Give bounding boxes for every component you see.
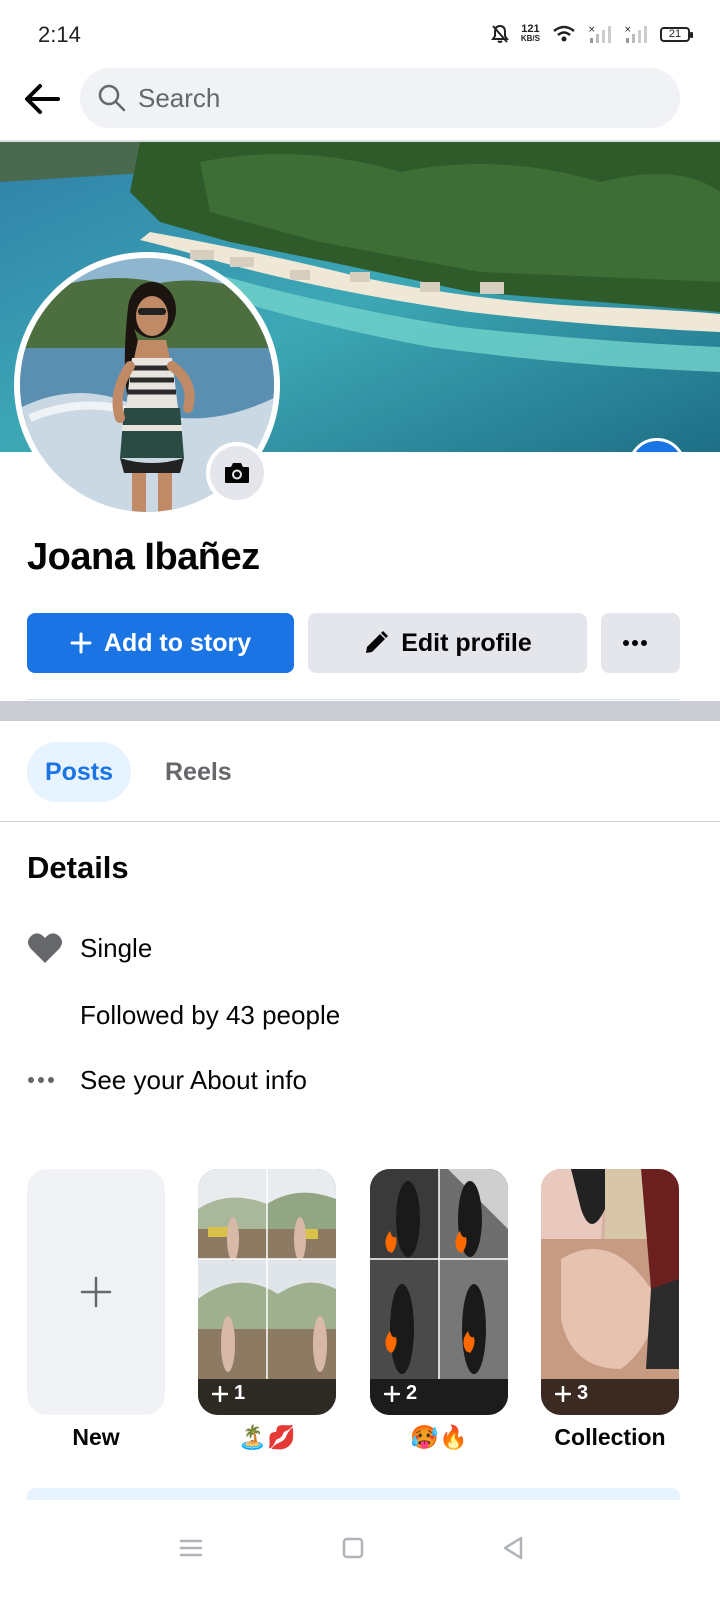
system-navigation-bar bbox=[0, 1500, 720, 1600]
status-time: 2:14 bbox=[38, 22, 81, 47]
battery-icon: 21 bbox=[660, 26, 693, 42]
pencil-icon bbox=[366, 631, 389, 653]
back-nav-button[interactable] bbox=[483, 1518, 543, 1578]
detail-followers[interactable]: Followed by 43 people bbox=[27, 995, 340, 1035]
highlight-count: 2 bbox=[384, 1382, 417, 1405]
svg-text:×: × bbox=[624, 25, 632, 35]
avatar-camera-button[interactable] bbox=[206, 442, 268, 504]
tab-posts[interactable]: Posts bbox=[27, 742, 131, 802]
search-bar[interactable] bbox=[80, 68, 680, 128]
highlight-thumbnail bbox=[370, 1169, 508, 1415]
more-dots-icon bbox=[622, 640, 647, 646]
network-speed: 121 KB/S bbox=[521, 24, 540, 44]
highlight-thumbnail bbox=[541, 1169, 679, 1415]
highlight-label: Collection bbox=[554, 1424, 666, 1450]
highlight-thumbnail bbox=[198, 1169, 336, 1415]
highlight-label: 🥵🔥 bbox=[410, 1424, 468, 1450]
section-separator bbox=[0, 701, 720, 721]
followers-text: Followed by 43 people bbox=[80, 999, 341, 1030]
mute-bell-icon bbox=[491, 24, 509, 43]
highlight-count: 1 bbox=[212, 1382, 245, 1405]
tabs-divider bbox=[0, 821, 720, 822]
plus-icon bbox=[70, 632, 92, 654]
square-icon bbox=[342, 1537, 364, 1559]
plus-icon bbox=[384, 1385, 400, 1402]
network-speed-unit: KB/S bbox=[520, 34, 540, 43]
highlight-new[interactable] bbox=[27, 1169, 165, 1415]
divider bbox=[27, 699, 680, 700]
search-input[interactable] bbox=[138, 82, 618, 114]
highlight-label: 🏝️💋 bbox=[238, 1424, 296, 1450]
network-speed-value: 121 bbox=[521, 23, 540, 35]
highlight-count-value: 1 bbox=[234, 1382, 246, 1404]
highlight-count: 3 bbox=[555, 1382, 588, 1405]
edit-profile-button[interactable]: Edit profile bbox=[308, 613, 587, 673]
plus-icon bbox=[80, 1276, 112, 1308]
details-heading: Details bbox=[27, 850, 129, 885]
detail-relationship: Single bbox=[27, 928, 152, 968]
status-bar: 2:14 121 KB/S × × 21 bbox=[0, 0, 720, 64]
status-icons: 121 KB/S × × 21 bbox=[491, 22, 693, 46]
highlight-count-value: 2 bbox=[406, 1382, 418, 1404]
add-to-story-label: Add to story bbox=[103, 628, 252, 657]
signal-2-icon: × bbox=[624, 25, 647, 43]
wifi-icon bbox=[553, 25, 575, 42]
highlight-count-value: 3 bbox=[577, 1382, 589, 1404]
highlight-beach[interactable]: 1 bbox=[198, 1169, 336, 1415]
highlight-collection[interactable]: 3 bbox=[541, 1169, 679, 1415]
plus-icon bbox=[212, 1385, 228, 1402]
highlight-label: New bbox=[72, 1424, 120, 1450]
plus-icon bbox=[555, 1385, 571, 1402]
edit-profile-label: Edit profile bbox=[401, 628, 532, 657]
profile-name: Joana Ibañez bbox=[27, 536, 260, 578]
menu-icon bbox=[179, 1539, 203, 1557]
relationship-text: Single bbox=[80, 932, 153, 963]
detail-about[interactable]: See your About info bbox=[27, 1060, 307, 1100]
highlight-fire[interactable]: 2 bbox=[370, 1169, 508, 1415]
arrow-left-icon bbox=[25, 84, 60, 114]
heart-icon bbox=[28, 933, 62, 963]
svg-text:×: × bbox=[588, 25, 596, 35]
more-dots-icon bbox=[28, 1077, 54, 1083]
signal-1-icon: × bbox=[588, 25, 611, 43]
home-button[interactable] bbox=[323, 1518, 383, 1578]
about-info-text: See your About info bbox=[80, 1064, 307, 1095]
tab-reels[interactable]: Reels bbox=[165, 742, 232, 802]
search-icon bbox=[98, 84, 126, 112]
camera-icon bbox=[225, 463, 249, 483]
more-options-button[interactable] bbox=[601, 613, 680, 673]
back-button[interactable] bbox=[18, 75, 66, 123]
add-to-story-button[interactable]: Add to story bbox=[27, 613, 294, 673]
next-card-edge bbox=[27, 1488, 680, 1500]
triangle-back-icon bbox=[503, 1536, 523, 1560]
recent-apps-button[interactable] bbox=[161, 1518, 221, 1578]
